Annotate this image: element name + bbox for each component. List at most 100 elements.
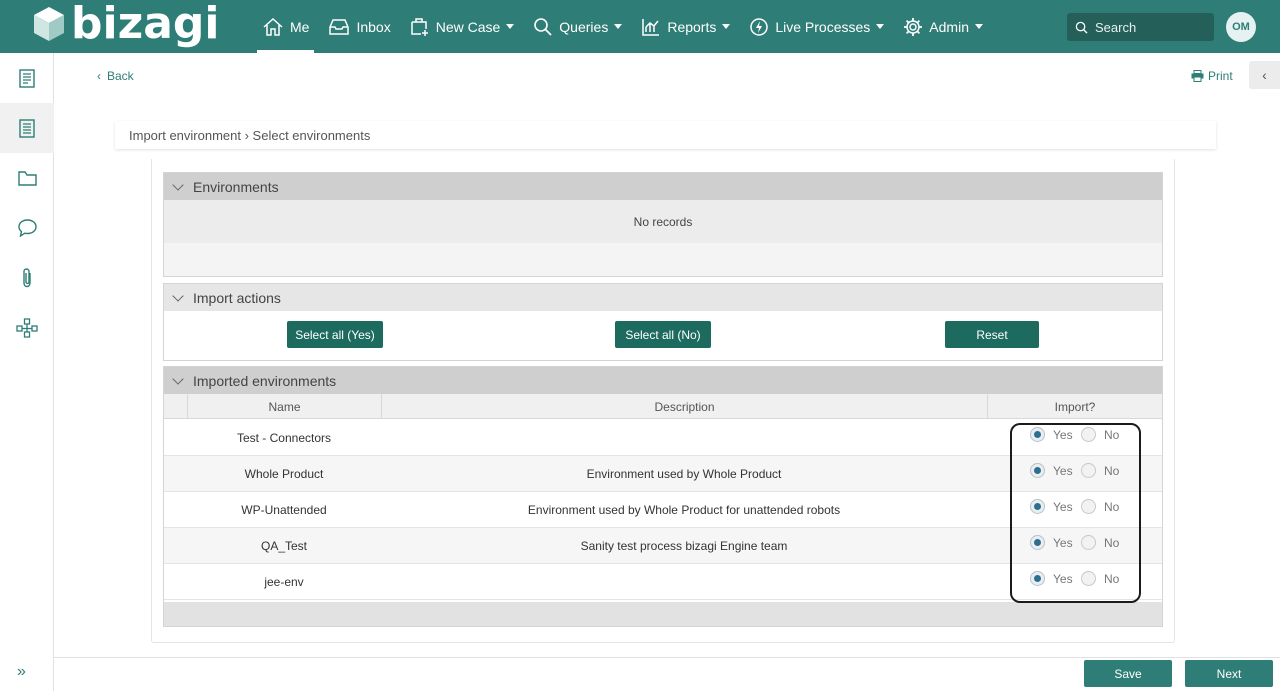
radio-unselected-icon — [1081, 535, 1096, 550]
radio-selected-icon — [1030, 535, 1045, 550]
row-description — [381, 420, 987, 456]
row-name: Test - Connectors — [236, 431, 332, 445]
import-no-radio[interactable]: No — [1081, 463, 1119, 478]
radio-selected-icon — [1030, 571, 1045, 586]
row-name: jee-env — [264, 575, 304, 589]
import-no-radio[interactable]: No — [1081, 535, 1119, 550]
chevron-down-icon — [974, 24, 983, 29]
avatar[interactable]: OM — [1226, 12, 1256, 42]
no-records-message: No records — [164, 200, 1162, 243]
nav-item-reports[interactable]: Reports — [636, 0, 735, 53]
document-icon — [19, 68, 35, 88]
radio-label: Yes — [1053, 463, 1073, 478]
select-all-no-button[interactable]: Select all (No) — [615, 321, 711, 348]
column-header-name[interactable]: Name — [187, 394, 381, 419]
search-icon — [534, 17, 552, 36]
row-description: Environment used by Whole Product for un… — [527, 503, 841, 517]
nav-item-label: Admin — [929, 18, 969, 35]
bizagi-logo[interactable]: bizagi — [33, 0, 220, 49]
sidebar-item-form[interactable] — [0, 53, 54, 103]
save-button[interactable]: Save — [1084, 660, 1172, 687]
sidebar-item-folders[interactable] — [0, 153, 54, 203]
chevron-down-icon — [172, 178, 184, 191]
nav-item-live-processes[interactable]: Live Processes — [744, 0, 889, 53]
table-row: jee-env Yes No — [164, 564, 1162, 600]
gear-icon — [904, 17, 923, 36]
print-label: Print — [1208, 69, 1233, 83]
radio-label: Yes — [1053, 535, 1073, 550]
chart-icon — [642, 18, 660, 36]
environments-panel: Environments No records — [163, 172, 1163, 277]
logo-cube-icon — [34, 7, 64, 41]
import-yes-radio[interactable]: Yes — [1030, 499, 1073, 514]
nav-item-label: Live Processes — [775, 18, 871, 35]
nav-item-new-case[interactable]: New Case — [405, 0, 520, 53]
import-actions-panel-header[interactable]: Import actions — [164, 284, 1162, 311]
radio-unselected-icon — [1081, 499, 1096, 514]
search-box — [1067, 13, 1214, 41]
top-bar: bizagi Me Inbox New Case Queries Reports — [0, 0, 1280, 53]
radio-label: Yes — [1053, 427, 1073, 442]
radio-unselected-icon — [1081, 427, 1096, 442]
chevron-left-icon: ‹ — [97, 69, 101, 83]
radio-label: No — [1104, 571, 1120, 586]
collapse-panel-button[interactable]: ‹ — [1249, 61, 1280, 89]
environments-panel-header[interactable]: Environments — [164, 173, 1162, 200]
imported-environments-panel-header[interactable]: Imported environments — [164, 367, 1162, 394]
home-icon — [263, 17, 283, 36]
print-link[interactable]: Print — [1191, 69, 1233, 83]
import-yes-radio[interactable]: Yes — [1030, 427, 1073, 442]
process-flow-icon — [16, 318, 38, 338]
row-name: Whole Product — [244, 467, 324, 481]
sidebar-item-process-map[interactable] — [0, 303, 54, 353]
nav-item-me[interactable]: Me — [257, 0, 315, 53]
brand-name: bizagi — [71, 0, 220, 49]
nav-item-inbox[interactable]: Inbox — [323, 0, 395, 53]
table-row: Test - Connectors Yes No — [164, 420, 1162, 456]
radio-selected-icon — [1030, 463, 1045, 478]
search-input[interactable] — [1095, 19, 1205, 35]
inbox-icon — [329, 18, 350, 35]
comment-icon — [17, 219, 37, 237]
import-no-radio[interactable]: No — [1081, 499, 1119, 514]
sidebar-item-attachments[interactable] — [0, 253, 54, 303]
row-description: Environment used by Whole Product — [586, 467, 782, 481]
select-all-yes-button[interactable]: Select all (Yes) — [287, 321, 383, 348]
back-label: Back — [107, 69, 134, 83]
chevron-down-icon — [722, 24, 731, 29]
import-no-radio[interactable]: No — [1081, 427, 1119, 442]
printer-icon — [1191, 70, 1204, 82]
nav-item-label: Inbox — [356, 18, 391, 35]
chevron-left-icon: ‹ — [1262, 67, 1267, 83]
table-header: Name Description Import? — [164, 394, 1162, 419]
chevron-down-icon — [172, 289, 184, 302]
breadcrumb: Import environment › Select environments — [115, 121, 1216, 149]
reset-button[interactable]: Reset — [945, 321, 1039, 348]
folder-icon — [17, 171, 37, 186]
radio-label: No — [1104, 463, 1120, 478]
table-row: QA_Test Sanity test process bizagi Engin… — [164, 528, 1162, 564]
left-sidebar: » — [0, 53, 54, 691]
paperclip-icon — [23, 268, 31, 288]
row-name: WP-Unattended — [241, 503, 327, 517]
import-no-radio[interactable]: No — [1081, 571, 1119, 586]
row-description: Sanity test process bizagi Engine team — [580, 539, 788, 553]
radio-unselected-icon — [1081, 571, 1096, 586]
next-button[interactable]: Next — [1185, 660, 1273, 687]
import-yes-radio[interactable]: Yes — [1030, 463, 1073, 478]
radio-selected-icon — [1030, 427, 1045, 442]
sidebar-item-comments[interactable] — [0, 203, 54, 253]
back-link[interactable]: ‹ Back — [97, 69, 134, 83]
column-header-description[interactable]: Description — [381, 394, 987, 419]
column-header-import[interactable]: Import? — [987, 394, 1162, 419]
nav-item-queries[interactable]: Queries — [528, 0, 627, 53]
radio-label: Yes — [1053, 571, 1073, 586]
panel-title: Imported environments — [193, 372, 337, 389]
double-chevron-right-icon[interactable]: » — [17, 663, 26, 681]
import-yes-radio[interactable]: Yes — [1030, 535, 1073, 550]
chevron-down-icon — [876, 24, 885, 29]
nav-item-admin[interactable]: Admin — [898, 0, 988, 53]
sidebar-item-details[interactable] — [0, 103, 54, 153]
import-yes-radio[interactable]: Yes — [1030, 571, 1073, 586]
panel-title: Import actions — [193, 289, 281, 306]
